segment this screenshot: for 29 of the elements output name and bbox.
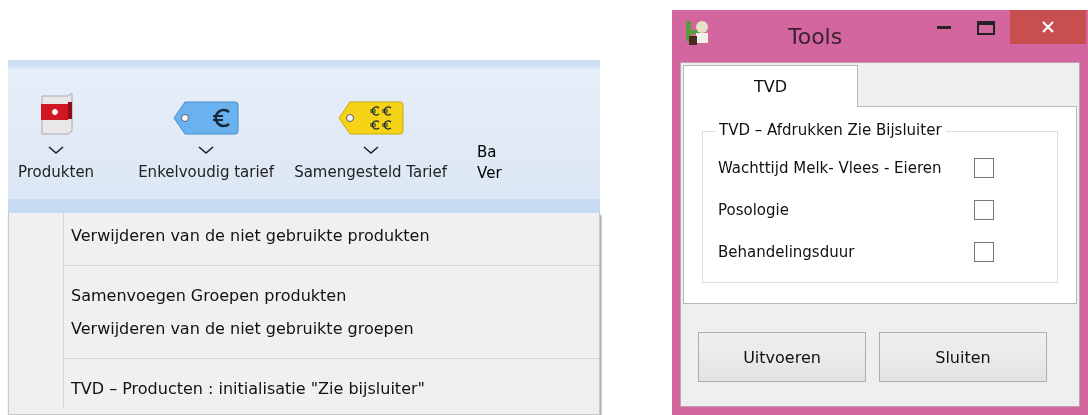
menu-item[interactable]: Verwijderen van de niet gebruikte produkten	[9, 219, 430, 252]
close-button[interactable]	[1010, 10, 1086, 44]
menu-item[interactable]: TVD – Producten : initialisatie "Zie bijsluiter"	[9, 372, 425, 405]
ribbon-button[interactable]: Produkten	[18, 86, 95, 199]
ribbon-button[interactable]: Enkelvoudig tarief	[138, 86, 275, 199]
menu-item[interactable]: Samenvoegen Groepen produkten	[9, 279, 347, 312]
chevron-icon	[48, 146, 65, 155]
chevron-icon	[362, 146, 379, 155]
menu-item[interactable]: Verwijderen van de niet gebruikte groepen	[9, 312, 414, 345]
checkbox[interactable]	[974, 242, 994, 262]
dialog-button[interactable]: Sluiten	[879, 332, 1047, 382]
checkbox[interactable]	[974, 158, 994, 178]
minimize-icon	[937, 26, 951, 30]
checkbox-label: Posologie	[718, 201, 790, 219]
window-title: Tools	[788, 24, 844, 49]
medicine-box-icon	[38, 92, 75, 136]
ribbon-button[interactable]: Samengesteld Tarief	[294, 86, 448, 199]
checkbox-label: Wachttijd Melk- Vlees - Eieren	[718, 159, 943, 177]
tab[interactable]: TVD	[683, 65, 858, 107]
price-tag-icon	[173, 100, 240, 136]
group-legend: TVD – Afdrukken Zie Bijsluiter	[715, 121, 946, 139]
close-icon	[1041, 20, 1055, 34]
chevron-icon	[198, 146, 215, 155]
maximize-icon	[977, 21, 995, 35]
dialog-button[interactable]: Uitvoeren	[698, 332, 866, 382]
checkbox-label: Behandelingsduur	[718, 243, 856, 261]
price-tag-icon	[337, 100, 404, 136]
ribbon-button-label[interactable]: Ba Ver	[477, 142, 502, 199]
checkbox[interactable]	[974, 200, 994, 220]
